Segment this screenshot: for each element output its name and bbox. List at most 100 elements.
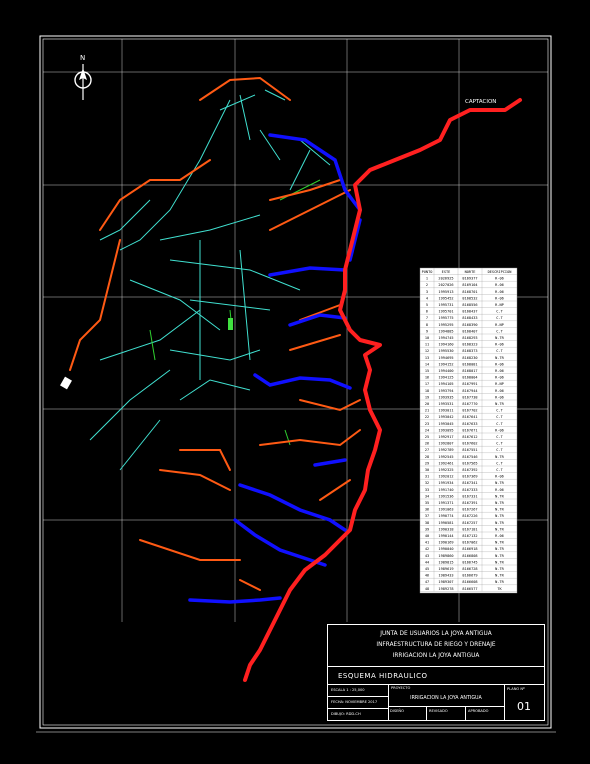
table-cell: 8167333 xyxy=(462,488,477,492)
table-cell: 8167944 xyxy=(462,389,477,393)
table-cell: 1989307 xyxy=(438,580,453,584)
table-cell: 1995452 xyxy=(438,296,453,300)
table-cell: R-06 xyxy=(495,376,504,380)
table-cell: 8166679 xyxy=(462,574,477,578)
table-cell: 1994695 xyxy=(438,356,453,360)
table-cell: 1989860 xyxy=(438,554,453,558)
table-cell: 20 xyxy=(425,402,429,406)
table-cell: 2026925 xyxy=(438,277,453,281)
table-cell: N.TR xyxy=(495,547,504,551)
table-cell: 37 xyxy=(425,514,429,518)
table-cell: 8167738 xyxy=(462,395,477,399)
table-cell: N.TR xyxy=(495,541,504,545)
table-cell: 8166608 xyxy=(462,580,477,584)
table-cell: 8168556 xyxy=(462,303,477,307)
table-cell: N.TR xyxy=(495,402,504,406)
table-cell: 2 xyxy=(426,283,428,287)
designed-label: DISEÑO xyxy=(388,707,427,720)
table-cell: R-06 xyxy=(495,488,504,492)
table-cell: C.T xyxy=(496,316,503,320)
project-label: PROYECTO xyxy=(391,686,411,690)
table-cell: 8168323 xyxy=(462,343,477,347)
table-cell: 1993011 xyxy=(438,409,453,413)
table-cell: 8167257 xyxy=(462,521,477,525)
table-cell: 1992917 xyxy=(438,435,453,439)
title-block: JUNTA DE USUARIOS LA JOYA ANTIGUA INFRAE… xyxy=(327,624,545,721)
table-cell: 8167341 xyxy=(462,481,477,485)
sheet-number-label: PLANO Nº xyxy=(507,687,525,691)
table-cell: 8167633 xyxy=(462,422,477,426)
north-arrow-icon: N xyxy=(74,54,92,100)
table-cell: 1994125 xyxy=(438,376,453,380)
table-cell: 13 xyxy=(425,356,429,360)
table-cell: 44 xyxy=(425,560,429,564)
table-cell: C.T xyxy=(496,415,503,419)
table-cell: 6 xyxy=(426,310,428,314)
table-cell: 1993935 xyxy=(438,395,453,399)
table-cell: 1994160 xyxy=(438,343,453,347)
table-cell: C.T xyxy=(496,435,503,439)
table-cell: N.TR xyxy=(495,554,504,558)
table-cell: 8167391 xyxy=(462,501,477,505)
table-cell: N.TR xyxy=(495,574,504,578)
table-cell: 8168230 xyxy=(462,356,477,360)
table-cell: 8168017 xyxy=(462,369,477,373)
table-cell: 1995731 xyxy=(438,303,453,307)
table-cell: C.T xyxy=(496,468,503,472)
table-cell: 16 xyxy=(425,376,429,380)
table-cell: 8167770 xyxy=(462,402,477,406)
table-cell: 8167181 xyxy=(462,527,477,531)
table-cell: 1991536 xyxy=(438,494,453,498)
table-cell: 1994745 xyxy=(438,336,453,340)
table-cell: 24 xyxy=(425,428,429,432)
table-cell: 46 xyxy=(425,574,429,578)
table-cell: 1990169 xyxy=(438,541,453,545)
table-cell: 14 xyxy=(425,362,429,366)
table-cell: 38 xyxy=(425,521,429,525)
table-cell: 26 xyxy=(425,442,429,446)
table-cell: 1992012 xyxy=(438,475,453,479)
drawn-by-text: DIBUJO: RDD-CH xyxy=(331,712,361,716)
table-cell: R-06 xyxy=(495,296,504,300)
table-cell: 8168390 xyxy=(462,323,477,327)
table-cell: 8167392 xyxy=(462,468,477,472)
distribution-network xyxy=(89,89,331,471)
table-cell: C.T xyxy=(496,329,503,333)
table-cell: R-NP xyxy=(495,323,504,327)
org-line-2: INFRAESTRUCTURA DE RIEGO Y DRENAJE xyxy=(376,642,496,648)
table-cell: 48 xyxy=(425,587,429,591)
table-header-cell: PUNTO xyxy=(422,270,433,274)
table-cell: 8167226 xyxy=(462,514,477,518)
table-cell: 8167551 xyxy=(462,448,477,452)
table-cell: N.TR xyxy=(495,521,504,525)
table-cell: 8167331 xyxy=(462,494,477,498)
project-block: PROYECTO IRRIGACION LA JOYA ANTIGUA DISE… xyxy=(388,685,505,720)
reservoir-marker xyxy=(60,376,72,390)
table-cell: 1992807 xyxy=(438,442,453,446)
table-cell: 1993095 xyxy=(438,428,453,432)
table-cell: 8166745 xyxy=(462,560,477,564)
sheet-number-block: PLANO Nº 01 xyxy=(504,685,544,720)
table-cell: 8168081 xyxy=(462,362,477,366)
table-cell: N.TR xyxy=(495,508,504,512)
table-cell: R-06 xyxy=(495,290,504,294)
table-cell: N.TR xyxy=(495,356,504,360)
table-cell: 1989278 xyxy=(438,587,453,591)
table-cell: 8168701 xyxy=(462,290,477,294)
table-cell: 1991371 xyxy=(438,501,453,505)
table-cell: 15 xyxy=(425,369,429,373)
table-cell: R-06 xyxy=(495,395,504,399)
captacion-label: CAPTACION xyxy=(465,99,496,105)
table-cell: 1991063 xyxy=(438,508,453,512)
table-cell: R-06 xyxy=(495,277,504,281)
table-cell: N.TR xyxy=(495,336,504,340)
table-cell: 8167671 xyxy=(462,428,477,432)
table-cell: 1994152 xyxy=(438,362,453,366)
table-cell: 21 xyxy=(425,409,429,413)
table-cell: 8167602 xyxy=(462,442,477,446)
table-cell: 9 xyxy=(426,329,428,333)
table-cell: R-06 xyxy=(495,534,504,538)
table-cell: 7 xyxy=(426,316,428,320)
table-header-cell: NORTE xyxy=(465,270,476,274)
table-cell: 42 xyxy=(425,547,429,551)
